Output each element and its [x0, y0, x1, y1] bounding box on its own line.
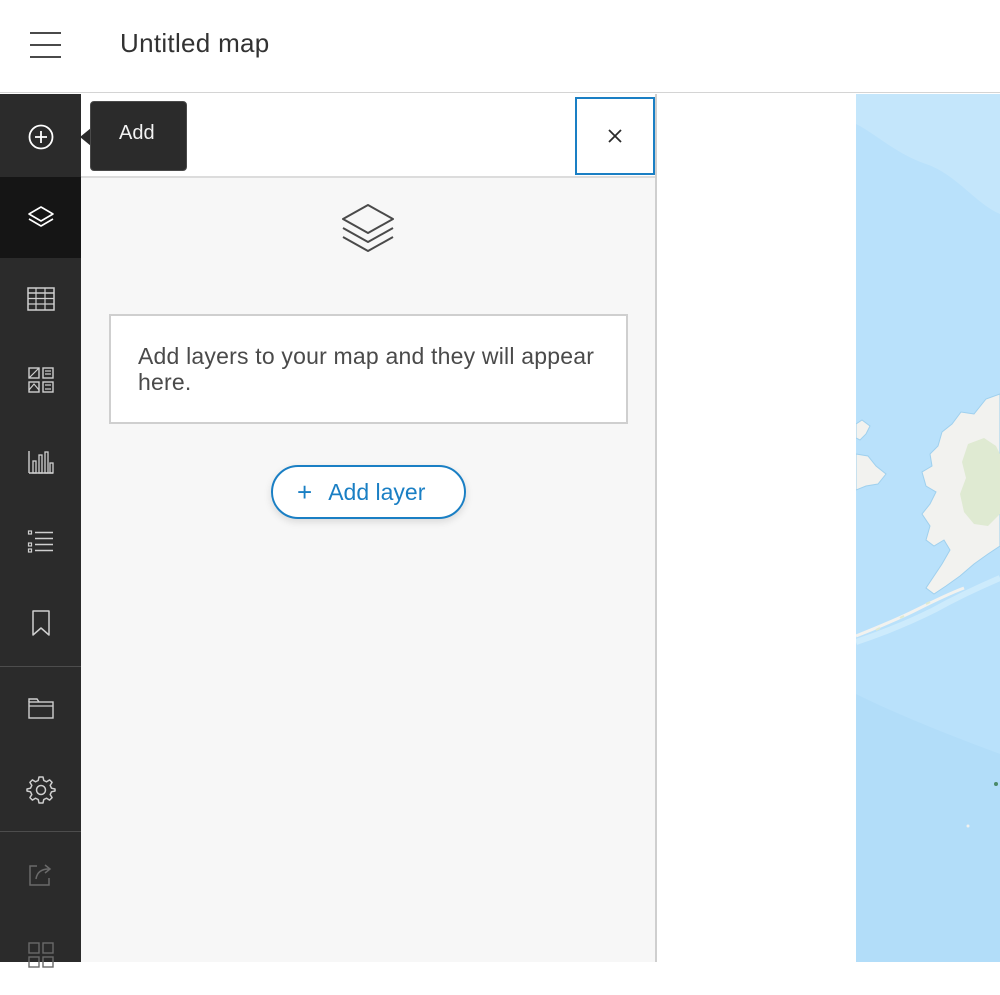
apps-button[interactable] [0, 914, 81, 995]
add-tooltip: Add [90, 101, 187, 171]
hamburger-menu-icon[interactable] [22, 24, 68, 68]
close-panel-button[interactable] [575, 97, 655, 175]
list-icon [27, 529, 53, 553]
layers-button[interactable] [0, 177, 81, 258]
bar-chart-icon [27, 450, 54, 474]
table-icon [26, 286, 55, 311]
layers-icon [27, 205, 54, 227]
open-button[interactable] [0, 667, 81, 748]
layers-icon [342, 204, 394, 252]
add-button[interactable] [0, 96, 81, 177]
map-title[interactable]: Untitled map [120, 28, 270, 59]
basemap-alaska [856, 94, 1000, 962]
close-icon [608, 129, 622, 143]
empty-layers-message: Add layers to your map and they will app… [109, 314, 628, 424]
bookmarks-button[interactable] [0, 582, 81, 663]
share-button[interactable] [0, 833, 81, 914]
add-layer-label: Add layer [328, 478, 426, 505]
charts-button[interactable] [0, 420, 81, 501]
action-bar-divider [0, 831, 81, 832]
plus-icon: + [297, 477, 313, 507]
layers-panel: Add layers to your map and they will app… [81, 94, 657, 962]
apps-grid-icon [27, 941, 54, 968]
tables-button[interactable] [0, 258, 81, 339]
bookmark-icon [31, 609, 50, 636]
list-button[interactable] [0, 501, 81, 582]
app-header: Untitled map [0, 0, 1000, 93]
folder-icon [27, 697, 54, 719]
add-layer-button[interactable]: + Add layer [271, 465, 466, 519]
action-bar [0, 94, 81, 968]
add-circle-icon [28, 124, 53, 149]
legend-button[interactable] [0, 339, 81, 420]
share-icon [28, 863, 51, 886]
map-view[interactable] [856, 94, 1000, 962]
legend-grid-icon [27, 366, 54, 393]
gear-icon [25, 775, 56, 804]
settings-button[interactable] [0, 749, 81, 830]
